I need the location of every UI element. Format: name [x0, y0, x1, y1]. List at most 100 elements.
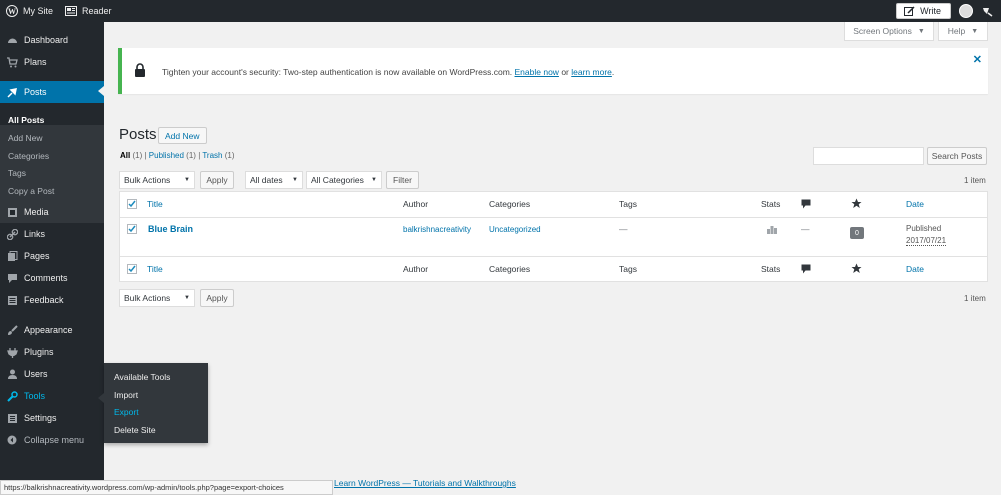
- bulk-actions-value: Bulk Actions: [124, 293, 171, 303]
- sidebar-item-posts[interactable]: Posts: [0, 81, 104, 103]
- post-category-link[interactable]: Uncategorized: [489, 225, 541, 234]
- star-icon[interactable]: [851, 198, 862, 209]
- filter-trash[interactable]: Trash: [202, 151, 222, 160]
- column-title-footer[interactable]: Title: [147, 264, 163, 274]
- categories-select[interactable]: All Categories ▼: [306, 171, 382, 189]
- sidebar-item-label: Comments: [24, 273, 68, 283]
- filter-separator: |: [198, 151, 201, 160]
- flyout-import[interactable]: Import: [114, 390, 138, 400]
- column-author-header: Author: [403, 199, 429, 209]
- bulk-actions-value: Bulk Actions: [124, 175, 171, 185]
- notice-or: or: [561, 67, 569, 77]
- bulk-actions-select[interactable]: Bulk Actions ▼: [119, 171, 195, 189]
- sidebar-item-pages[interactable]: Pages: [0, 246, 104, 266]
- item-count-bottom: 1 item: [964, 294, 986, 303]
- select-all-checkbox-footer[interactable]: [127, 264, 137, 274]
- chevron-down-icon: ▼: [371, 177, 377, 183]
- sidebar-item-media[interactable]: Media: [0, 202, 104, 222]
- sidebar-item-label: Collapse menu: [24, 435, 85, 445]
- submenu-all-posts[interactable]: All Posts: [8, 115, 44, 125]
- enable-now-link[interactable]: Enable now: [515, 67, 559, 77]
- filter-all[interactable]: All: [120, 151, 130, 160]
- flyout-delete-site[interactable]: Delete Site: [114, 425, 156, 435]
- security-notice: Tighten your account's security: Two-ste…: [118, 48, 988, 94]
- filter-separator: |: [144, 151, 147, 160]
- wordpress-logo-icon: W: [6, 5, 18, 17]
- sidebar-item-plugins[interactable]: Plugins: [0, 342, 104, 362]
- submenu-categories[interactable]: Categories: [8, 151, 49, 161]
- sidebar-item-dashboard[interactable]: Dashboard: [0, 30, 104, 50]
- flyout-export[interactable]: Export: [114, 407, 139, 417]
- sidebar-item-links[interactable]: Links: [0, 224, 104, 244]
- svg-text:W: W: [8, 7, 16, 16]
- post-title-link[interactable]: Blue Brain: [148, 224, 193, 234]
- likes-badge: 0: [850, 227, 864, 239]
- learn-wordpress-link[interactable]: Learn WordPress — Tutorials and Walkthro…: [334, 478, 516, 488]
- sidebar-item-label: Posts: [24, 87, 47, 97]
- pages-icon: [7, 250, 17, 261]
- avatar[interactable]: [959, 4, 973, 18]
- row-checkbox[interactable]: [127, 224, 137, 234]
- filter-published[interactable]: Published: [149, 151, 184, 160]
- column-date-header[interactable]: Date: [906, 199, 924, 209]
- pin-icon: [6, 87, 17, 98]
- categories-value: All Categories: [311, 175, 364, 185]
- search-posts-button[interactable]: Search Posts: [927, 147, 987, 165]
- apply-button-bottom[interactable]: Apply: [200, 289, 234, 307]
- collapse-menu[interactable]: Collapse menu: [0, 430, 104, 450]
- sidebar-item-users[interactable]: Users: [0, 364, 104, 384]
- dates-select[interactable]: All dates ▼: [245, 171, 303, 189]
- chevron-down-icon: ▼: [184, 295, 190, 301]
- sidebar-item-tools[interactable]: Tools: [0, 386, 104, 406]
- star-icon[interactable]: [851, 263, 862, 274]
- dates-value: All dates: [250, 175, 283, 185]
- cart-icon: [6, 56, 18, 67]
- submenu-add-new[interactable]: Add New: [8, 133, 43, 143]
- post-date: 2017/07/21: [906, 236, 947, 246]
- select-all-checkbox[interactable]: [127, 199, 137, 209]
- stats-bars-icon[interactable]: [767, 225, 777, 234]
- reader-icon: [65, 6, 78, 16]
- help-button[interactable]: Help ▼: [938, 22, 988, 41]
- bulk-actions-select-bottom[interactable]: Bulk Actions ▼: [119, 289, 195, 307]
- settings-icon: [7, 413, 17, 423]
- post-status: Published: [906, 224, 942, 233]
- sidebar-item-appearance[interactable]: Appearance: [0, 320, 104, 340]
- notifications-icon[interactable]: [981, 5, 993, 17]
- page-title: Posts: [119, 126, 157, 143]
- screen-options-button[interactable]: Screen Options ▼: [844, 22, 934, 41]
- learn-more-link[interactable]: learn more: [571, 67, 612, 77]
- chevron-down-icon: ▼: [184, 177, 190, 183]
- column-stats-footer: Stats: [761, 264, 781, 274]
- media-icon: [7, 207, 17, 217]
- post-comments: —: [801, 224, 810, 234]
- column-stats-header: Stats: [761, 199, 781, 209]
- submenu-copy-post[interactable]: Copy a Post: [8, 186, 54, 196]
- sidebar-item-comments[interactable]: Comments: [0, 268, 104, 288]
- filter-button[interactable]: Filter: [386, 171, 419, 189]
- search-input[interactable]: [813, 147, 924, 165]
- flyout-available-tools[interactable]: Available Tools: [114, 372, 170, 382]
- my-site-link[interactable]: W My Site: [0, 0, 59, 22]
- write-button[interactable]: Write: [896, 3, 951, 19]
- sidebar-item-label: Dashboard: [24, 35, 69, 45]
- sidebar-item-feedback[interactable]: Feedback: [0, 290, 104, 310]
- submenu-tags[interactable]: Tags: [8, 168, 26, 178]
- sidebar-item-plans[interactable]: Plans: [0, 52, 104, 72]
- apply-button[interactable]: Apply: [200, 171, 234, 189]
- column-date-footer[interactable]: Date: [906, 264, 924, 274]
- comments-icon[interactable]: [801, 199, 811, 209]
- column-title-header[interactable]: Title: [147, 199, 163, 209]
- notice-text: Tighten your account's security: Two-ste…: [162, 67, 513, 77]
- reader-label: Reader: [82, 6, 112, 16]
- comments-icon[interactable]: [801, 264, 811, 274]
- sidebar-item-settings[interactable]: Settings: [0, 408, 104, 428]
- reader-link[interactable]: Reader: [59, 0, 118, 22]
- add-new-button[interactable]: Add New: [158, 127, 207, 144]
- post-author-link[interactable]: balkrishnacreativity: [403, 225, 471, 234]
- wrench-icon: [6, 390, 18, 402]
- admin-topbar: W My Site Reader Write: [0, 0, 1001, 22]
- close-icon[interactable]: ✕: [973, 53, 982, 66]
- filter-published-count: (1): [186, 151, 196, 160]
- sidebar-item-label: Tools: [24, 391, 46, 401]
